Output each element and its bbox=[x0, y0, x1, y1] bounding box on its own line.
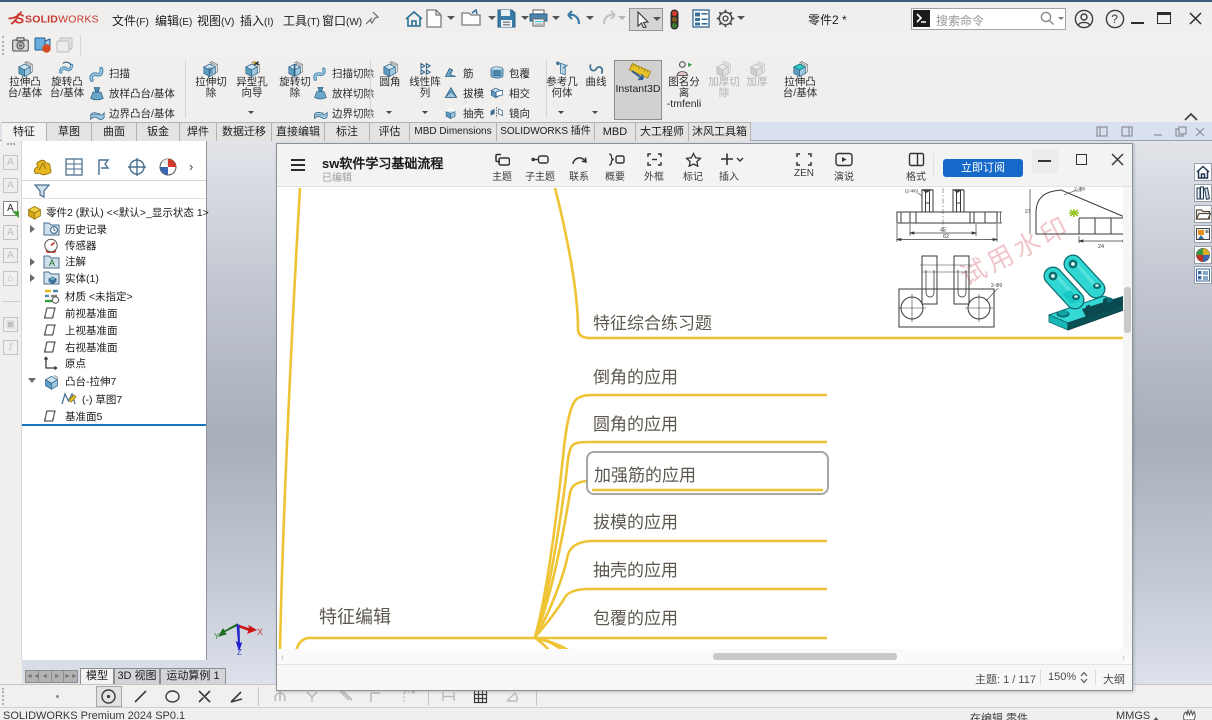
svg-text:45: 45 bbox=[940, 228, 946, 234]
svg-text:2-Φ6: 2-Φ6 bbox=[1074, 187, 1085, 193]
svg-text:SOLIDWORKS: SOLIDWORKS bbox=[25, 14, 99, 26]
svg-text:Z: Z bbox=[237, 648, 242, 656]
svg-text:A: A bbox=[49, 258, 55, 268]
svg-text:X: X bbox=[257, 627, 263, 637]
svg-text:24: 24 bbox=[1098, 244, 1104, 250]
svg-text:27: 27 bbox=[1025, 209, 1031, 215]
svg-text:S: S bbox=[15, 11, 25, 27]
svg-text:Y: Y bbox=[214, 632, 220, 641]
svg-text:(2-Φ6): (2-Φ6) bbox=[905, 189, 919, 194]
svg-text:62: 62 bbox=[943, 234, 949, 240]
svg-text:2-Φ9: 2-Φ9 bbox=[991, 283, 1002, 289]
svg-text:?: ? bbox=[1111, 12, 1118, 26]
